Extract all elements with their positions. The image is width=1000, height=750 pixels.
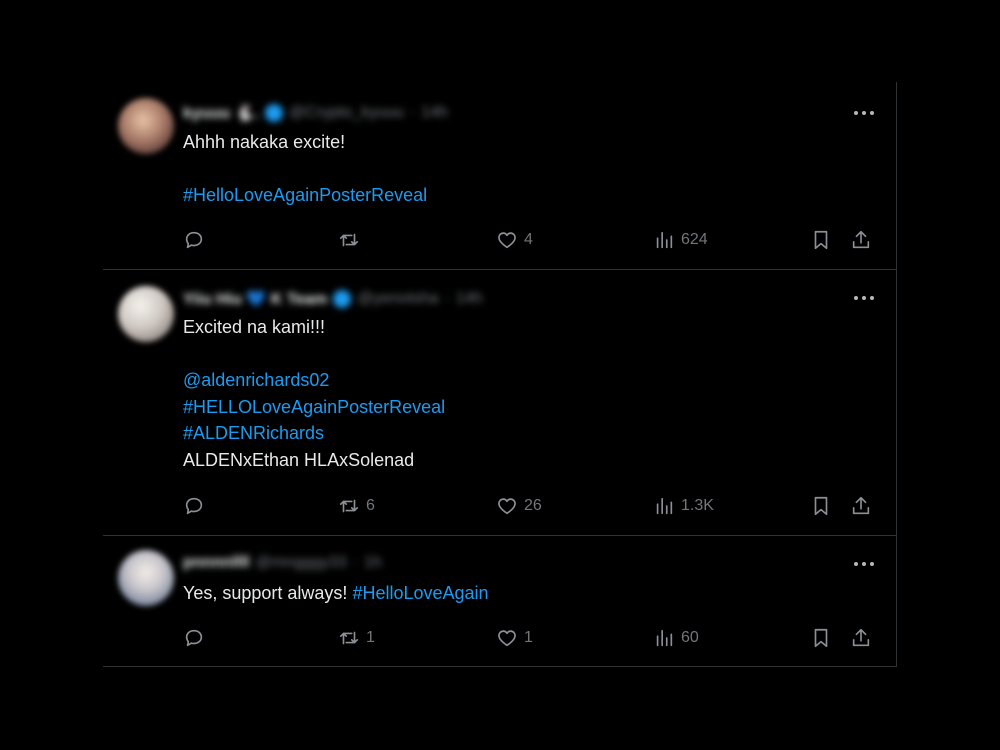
views-count: 624 <box>681 231 708 248</box>
tweet[interactable]: Yiiu Hiu 💙 K Team @yenotsha · 14h Excite… <box>103 270 896 536</box>
retweet-button[interactable]: 1 <box>338 626 375 650</box>
heart-icon <box>498 498 516 515</box>
tweet-header: pnnnnllll @mngggy33 · 1h <box>183 554 382 572</box>
tweet-line-gap <box>183 156 427 183</box>
tweet-time[interactable]: 14h <box>456 290 483 308</box>
verified-badge-icon <box>333 290 352 308</box>
avatar[interactable] <box>118 98 174 154</box>
tweet-text: Excited na kami!!! @aldenrichards02 #HEL… <box>183 314 445 474</box>
tweet-line-gap <box>183 341 445 368</box>
verified-badge-icon <box>264 104 283 122</box>
more-dots-icon[interactable] <box>854 103 874 123</box>
views-button[interactable]: 624 <box>653 228 708 252</box>
retweet-icon <box>339 499 359 513</box>
author-handle[interactable]: @yenotsha <box>357 290 438 308</box>
more-dots-icon[interactable] <box>854 554 874 574</box>
views-count: 1.3K <box>681 497 714 514</box>
heart-icon <box>498 630 516 647</box>
reply-icon <box>185 231 203 249</box>
hashtag-link[interactable]: #HelloLoveAgain <box>352 583 488 603</box>
reply-icon <box>185 629 203 647</box>
hashtag-link[interactable]: #HELLOLoveAgainPosterReveal <box>183 394 445 421</box>
share-button[interactable] <box>850 228 872 252</box>
tweet-header: kyuuu 🐇. @Crypto_kyuuu · 14h <box>183 103 448 123</box>
tweet-line: Excited na kami!!! <box>183 317 326 337</box>
retweet-icon <box>339 631 359 645</box>
author-name[interactable]: Yiiu Hiu 💙 K Team <box>183 289 327 309</box>
hashtag-link[interactable]: #HelloLoveAgainPosterReveal <box>183 182 427 209</box>
heart-icon <box>498 232 516 249</box>
tweet-header: Yiiu Hiu 💙 K Team @yenotsha · 14h <box>183 289 483 309</box>
bookmark-icon <box>814 628 828 648</box>
views-count: 60 <box>681 629 699 646</box>
retweet-button[interactable]: 6 <box>338 494 375 518</box>
retweet-count: 6 <box>366 497 375 514</box>
tweet-feed: kyuuu 🐇. @Crypto_kyuuu · 14h Ahhh nakaka… <box>103 82 897 667</box>
avatar[interactable] <box>118 550 174 606</box>
like-count: 1 <box>524 629 533 646</box>
tweet-text: Ahhh nakaka excite! #HelloLoveAgainPoste… <box>183 129 427 209</box>
reply-icon <box>185 497 203 515</box>
bookmark-button[interactable] <box>810 626 832 650</box>
mention-link[interactable]: @aldenrichards02 <box>183 367 445 394</box>
avatar[interactable] <box>118 286 174 342</box>
share-button[interactable] <box>850 494 872 518</box>
bookmark-icon <box>814 230 828 250</box>
reply-button[interactable] <box>183 228 211 252</box>
retweet-icon <box>339 233 359 247</box>
tweet-actions: 6 26 1.3K <box>183 494 883 518</box>
tweet-actions: 1 1 60 <box>183 626 883 650</box>
retweet-button[interactable] <box>338 228 366 252</box>
reply-button[interactable] <box>183 626 211 650</box>
retweet-count: 1 <box>366 629 375 646</box>
reply-button[interactable] <box>183 494 211 518</box>
tweet[interactable]: pnnnnllll @mngggy33 · 1h Yes, support al… <box>103 536 896 667</box>
views-chart-icon <box>656 629 673 647</box>
tweet-line: ALDENxEthan HLAxSolenad <box>183 449 415 470</box>
tweet[interactable]: kyuuu 🐇. @Crypto_kyuuu · 14h Ahhh nakaka… <box>103 82 896 270</box>
tweet-time[interactable]: 1h <box>364 554 382 572</box>
like-button[interactable]: 4 <box>496 228 533 252</box>
views-button[interactable]: 60 <box>653 626 699 650</box>
bookmark-icon <box>814 496 828 516</box>
like-count: 26 <box>524 497 542 514</box>
hashtag-link[interactable]: #ALDENRichards <box>183 420 445 447</box>
share-button[interactable] <box>850 626 872 650</box>
views-chart-icon <box>656 497 673 515</box>
tweet-actions: 4 624 <box>183 228 883 252</box>
tweet-line-text: Yes, support always! <box>183 583 353 603</box>
like-count: 4 <box>524 231 533 248</box>
share-icon <box>852 230 870 249</box>
tweet-time[interactable]: 14h <box>421 104 448 122</box>
like-button[interactable]: 1 <box>496 626 533 650</box>
tweet-line: Ahhh nakaka excite! <box>183 132 346 152</box>
share-icon <box>852 628 870 647</box>
author-name[interactable]: pnnnnllll <box>183 554 250 572</box>
author-name[interactable]: kyuuu 🐇. <box>183 103 259 123</box>
share-icon <box>852 496 870 515</box>
like-button[interactable]: 26 <box>496 494 542 518</box>
tweet-line: Yes, support always! #HelloLoveAgain <box>183 580 489 607</box>
more-dots-icon[interactable] <box>854 288 874 308</box>
bookmark-button[interactable] <box>810 228 832 252</box>
views-button[interactable]: 1.3K <box>653 494 714 518</box>
tweet-text: Yes, support always! #HelloLoveAgain <box>183 580 489 607</box>
bookmark-button[interactable] <box>810 494 832 518</box>
views-chart-icon <box>656 231 673 249</box>
author-handle[interactable]: @mngggy33 <box>256 554 347 572</box>
author-handle[interactable]: @Crypto_kyuuu <box>289 104 404 122</box>
